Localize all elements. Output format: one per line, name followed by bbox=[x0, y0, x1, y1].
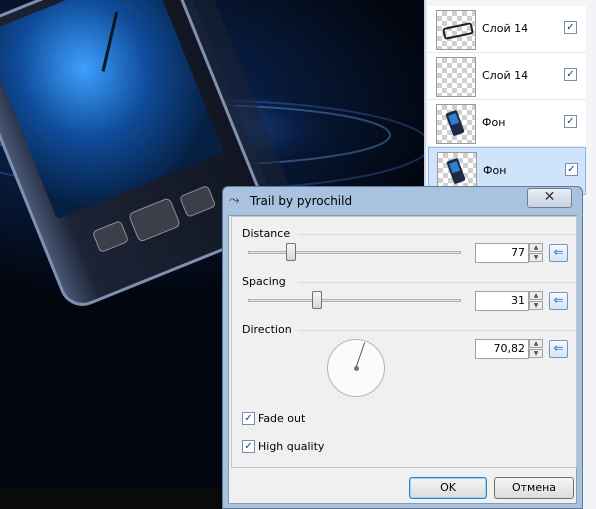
layer-visibility-checkbox[interactable]: ✓ bbox=[565, 163, 578, 176]
spacing-label: Spacing bbox=[242, 275, 286, 288]
layer-thumbnail bbox=[436, 57, 476, 97]
layer-row[interactable]: Слой 14 ✓ bbox=[428, 6, 586, 53]
spin-up-icon[interactable]: ▲ bbox=[529, 291, 543, 300]
spacing-reset-button[interactable]: ⇐ bbox=[549, 292, 568, 310]
distance-reset-button[interactable]: ⇐ bbox=[549, 244, 568, 262]
reset-arrow-icon: ⇐ bbox=[553, 245, 564, 259]
phone-icon bbox=[445, 109, 465, 137]
spacing-slider-thumb[interactable] bbox=[312, 291, 322, 309]
direction-dial[interactable] bbox=[327, 339, 385, 397]
layer-thumbnail bbox=[436, 10, 476, 50]
phone-icon bbox=[446, 157, 466, 185]
layer-visibility-checkbox[interactable]: ✓ bbox=[564, 68, 577, 81]
spin-down-icon[interactable]: ▼ bbox=[529, 253, 543, 262]
dialog-body: Distance 77 ▲ ▼ ⇐ Spacing 31 ▲ ▼ ⇐ Direc… bbox=[228, 215, 577, 504]
layer-name: Фон bbox=[483, 164, 507, 177]
layer-name: Фон bbox=[482, 116, 506, 129]
spacing-input[interactable]: 31 bbox=[475, 291, 529, 311]
spin-up-icon[interactable]: ▲ bbox=[529, 339, 543, 348]
reset-arrow-icon: ⇐ bbox=[553, 341, 564, 355]
spacing-spinner[interactable]: ▲ ▼ bbox=[529, 291, 543, 311]
settings-panel: Distance 77 ▲ ▼ ⇐ Spacing 31 ▲ ▼ ⇐ Direc… bbox=[231, 216, 577, 468]
layer-name: Слой 14 bbox=[482, 69, 529, 82]
spin-down-icon[interactable]: ▼ bbox=[529, 301, 543, 310]
high-quality-checkbox[interactable]: ✓ bbox=[242, 439, 255, 453]
spin-up-icon[interactable]: ▲ bbox=[529, 243, 543, 252]
fade-out-label: Fade out bbox=[258, 411, 306, 425]
direction-reset-button[interactable]: ⇐ bbox=[549, 340, 568, 358]
dial-hub bbox=[354, 366, 359, 371]
direction-needle bbox=[355, 342, 366, 369]
direction-label: Direction bbox=[242, 323, 292, 336]
divider bbox=[298, 282, 576, 283]
layer-row[interactable]: Фон ✓ bbox=[428, 100, 586, 147]
dialog-title: Trail by pyrochild bbox=[250, 194, 353, 208]
ok-button[interactable]: OK bbox=[409, 477, 487, 499]
layer-visibility-checkbox[interactable]: ✓ bbox=[564, 115, 577, 128]
divider bbox=[298, 330, 576, 331]
distance-slider[interactable] bbox=[248, 243, 461, 261]
divider bbox=[298, 234, 576, 235]
high-quality-label: High quality bbox=[258, 439, 325, 453]
reset-arrow-icon: ⇐ bbox=[553, 293, 564, 307]
shape-icon bbox=[442, 22, 474, 40]
close-icon: ✕ bbox=[543, 189, 556, 205]
fade-out-checkbox[interactable]: ✓ bbox=[242, 411, 255, 425]
cancel-button[interactable]: Отмена bbox=[494, 477, 574, 499]
high-quality-option[interactable]: ✓ High quality bbox=[242, 439, 324, 453]
spacing-slider[interactable] bbox=[248, 291, 461, 309]
close-button[interactable]: ✕ bbox=[527, 188, 572, 208]
distance-input[interactable]: 77 bbox=[475, 243, 529, 263]
dialog-title-bar[interactable]: ⤳ Trail by pyrochild ✕ bbox=[223, 187, 582, 214]
distance-label: Distance bbox=[242, 227, 291, 240]
trail-icon: ⤳ bbox=[229, 193, 240, 208]
fade-out-option[interactable]: ✓ Fade out bbox=[242, 411, 305, 425]
distance-slider-thumb[interactable] bbox=[286, 243, 296, 261]
layer-name: Слой 14 bbox=[482, 22, 529, 35]
direction-input[interactable]: 70,82 bbox=[475, 339, 529, 359]
spin-down-icon[interactable]: ▼ bbox=[529, 349, 543, 358]
layer-thumbnail bbox=[436, 104, 476, 144]
layer-row[interactable]: Слой 14 ✓ bbox=[428, 53, 586, 100]
layer-visibility-checkbox[interactable]: ✓ bbox=[564, 21, 577, 34]
distance-spinner[interactable]: ▲ ▼ bbox=[529, 243, 543, 263]
direction-spinner[interactable]: ▲ ▼ bbox=[529, 339, 543, 359]
trail-dialog: ⤳ Trail by pyrochild ✕ Distance 77 ▲ ▼ ⇐… bbox=[222, 186, 583, 509]
